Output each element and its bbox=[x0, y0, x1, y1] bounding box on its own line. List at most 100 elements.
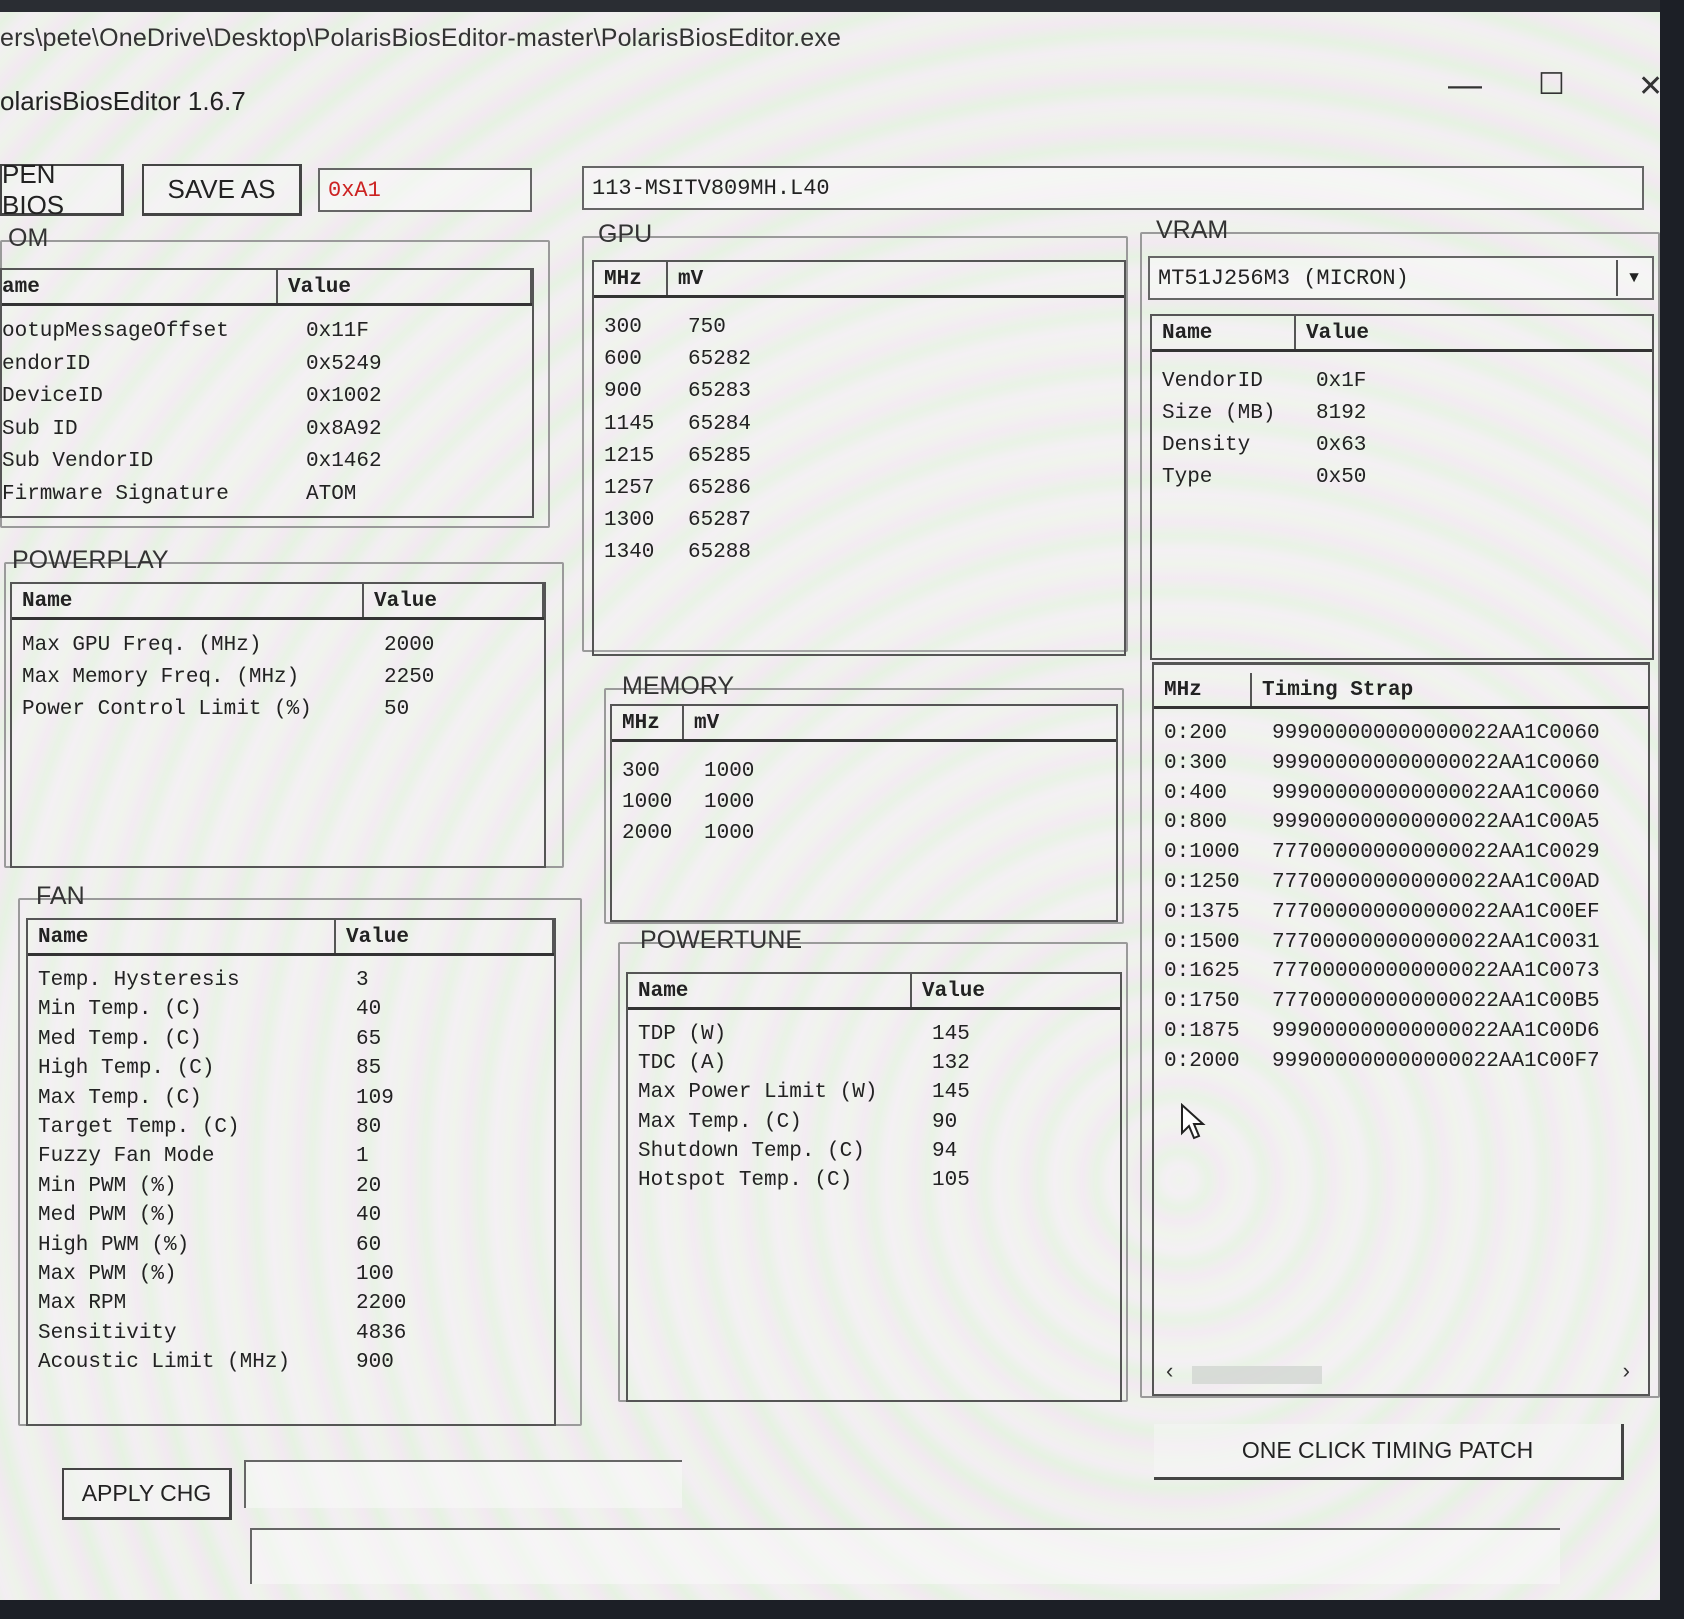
open-bios-button[interactable]: PEN BIOS bbox=[0, 159, 124, 220]
vram-info-list[interactable]: Name Value VendorID 0x1F Size (MB) 8192 De… bbox=[1150, 314, 1654, 660]
timing-strap-list[interactable]: MHz Timing Strap 0:200 999000000000000022… bbox=[1152, 662, 1650, 1396]
rom-header-value[interactable]: Value bbox=[278, 270, 532, 303]
table-row[interactable]: 1000 1000 bbox=[612, 787, 1116, 818]
table-row[interactable]: Sub ID 0x8A92 bbox=[2, 414, 532, 447]
table-row[interactable]: Sub VendorID 0x1462 bbox=[2, 446, 532, 479]
table-row[interactable]: High Temp. (C) 85 bbox=[28, 1054, 554, 1083]
powertune-header-name[interactable]: Name bbox=[628, 974, 912, 1007]
table-row[interactable]: 0:300 999000000000000022AA1C0060 bbox=[1154, 749, 1648, 779]
table-row[interactable]: VendorID 0x1F bbox=[1152, 366, 1652, 398]
save-as-button[interactable]: SAVE AS bbox=[142, 164, 302, 216]
memory-list[interactable]: MHz mV 300 1000 1000 1000 2000 1000 bbox=[610, 704, 1118, 922]
table-row[interactable]: 0:1625 777000000000000022AA1C0073 bbox=[1154, 957, 1648, 987]
table-row[interactable]: 0:1250 777000000000000022AA1C00AD bbox=[1154, 868, 1648, 898]
table-row[interactable]: Max Memory Freq. (MHz) 2250 bbox=[12, 662, 544, 694]
table-row[interactable]: 0:1500 777000000000000022AA1C0031 bbox=[1154, 928, 1648, 958]
table-row[interactable]: TDP (W) 145 bbox=[628, 1020, 1120, 1049]
gpu-header-mv[interactable]: mV bbox=[668, 262, 1124, 295]
table-row[interactable]: 0:400 999000000000000022AA1C0060 bbox=[1154, 779, 1648, 809]
table-row[interactable]: Target Temp. (C) 80 bbox=[28, 1113, 554, 1142]
table-row[interactable]: Temp. Hysteresis 3 bbox=[28, 966, 554, 995]
scroll-right-icon[interactable]: › bbox=[1623, 1358, 1630, 1384]
powerplay-header-name[interactable]: Name bbox=[12, 584, 364, 617]
table-row[interactable]: Firmware Signature ATOM bbox=[2, 479, 532, 512]
table-row[interactable]: 2000 1000 bbox=[612, 818, 1116, 849]
table-row[interactable]: 0:2000 999000000000000022AA1C00F7 bbox=[1154, 1047, 1648, 1077]
table-row[interactable]: 1215 65285 bbox=[594, 441, 1124, 473]
fan-header-value[interactable]: Value bbox=[336, 920, 554, 953]
checksum-field[interactable]: 0xA1 bbox=[318, 168, 532, 212]
table-row[interactable]: TDC (A) 132 bbox=[628, 1049, 1120, 1078]
table-row[interactable]: 1145 65284 bbox=[594, 409, 1124, 441]
apply-changes-button[interactable]: APPLY CHG bbox=[62, 1468, 232, 1520]
fan-header-name[interactable]: Name bbox=[28, 920, 336, 953]
timing-header-strap[interactable]: Timing Strap bbox=[1252, 673, 1648, 706]
bios-name-field[interactable]: 113-MSITV809MH.L40 bbox=[582, 166, 1644, 210]
table-row[interactable]: Max Temp. (C) 90 bbox=[628, 1108, 1120, 1137]
table-row[interactable]: 600 65282 bbox=[594, 344, 1124, 376]
table-row[interactable]: High PWM (%) 60 bbox=[28, 1231, 554, 1260]
powertune-header-value[interactable]: Value bbox=[912, 974, 1120, 1007]
table-row[interactable]: 0:1375 777000000000000022AA1C00EF bbox=[1154, 898, 1648, 928]
scroll-left-icon[interactable]: ‹ bbox=[1166, 1358, 1173, 1384]
table-row[interactable]: Max Temp. (C) 109 bbox=[28, 1084, 554, 1113]
table-row[interactable]: 0:800 999000000000000022AA1C00A5 bbox=[1154, 808, 1648, 838]
close-icon[interactable]: ✕ bbox=[1638, 72, 1663, 102]
table-row[interactable]: DeviceID 0x1002 bbox=[2, 381, 532, 414]
table-row[interactable]: Acoustic Limit (MHz) 900 bbox=[28, 1348, 554, 1377]
vram-header-value[interactable]: Value bbox=[1296, 316, 1652, 349]
apply-path-field[interactable] bbox=[244, 1460, 682, 1508]
chevron-down-icon[interactable]: ▼ bbox=[1616, 260, 1650, 296]
gpu-header-mhz[interactable]: MHz bbox=[594, 262, 668, 295]
powerplay-list[interactable]: Name Value Max GPU Freq. (MHz) 2000 Max M… bbox=[10, 582, 546, 868]
powerplay-row-value: 2000 bbox=[384, 634, 435, 657]
powertune-list-header: Name Value bbox=[628, 974, 1120, 1010]
table-row[interactable]: Max RPM 2200 bbox=[28, 1289, 554, 1318]
table-row[interactable]: 300 750 bbox=[594, 312, 1124, 344]
table-row[interactable]: Min Temp. (C) 40 bbox=[28, 995, 554, 1024]
table-row[interactable]: Type 0x50 bbox=[1152, 462, 1652, 494]
table-row[interactable]: 300 1000 bbox=[612, 756, 1116, 787]
timing-header-mhz[interactable]: MHz bbox=[1154, 673, 1252, 706]
powerplay-header-value[interactable]: Value bbox=[364, 584, 544, 617]
memory-header-mv[interactable]: mV bbox=[684, 706, 1116, 739]
table-row[interactable]: 1300 65287 bbox=[594, 505, 1124, 537]
fan-list[interactable]: Name Value Temp. Hysteresis 3 Min Temp. (… bbox=[26, 918, 556, 1426]
maximize-icon[interactable]: ☐ bbox=[1538, 70, 1565, 100]
table-row[interactable]: Max Power Limit (W) 145 bbox=[628, 1078, 1120, 1107]
rom-list[interactable]: ame Value ootupMessageOffset 0x11F endorI… bbox=[0, 268, 534, 518]
timing-horizontal-scrollbar[interactable]: ‹ › bbox=[1154, 1354, 1648, 1394]
powertune-group-title: POWERTUNE bbox=[640, 926, 803, 954]
table-row[interactable]: Max GPU Freq. (MHz) 2000 bbox=[12, 630, 544, 662]
table-row[interactable]: Med PWM (%) 40 bbox=[28, 1201, 554, 1230]
one-click-timing-patch-button[interactable]: ONE CLICK TIMING PATCH bbox=[1154, 1424, 1624, 1480]
table-row[interactable]: 0:200 999000000000000022AA1C0060 bbox=[1154, 719, 1648, 749]
table-row[interactable]: 1257 65286 bbox=[594, 473, 1124, 505]
vram-select[interactable]: MT51J256M3 (MICRON) ▼ bbox=[1148, 256, 1654, 300]
table-row[interactable]: 1340 65288 bbox=[594, 537, 1124, 569]
memory-header-mhz[interactable]: MHz bbox=[612, 706, 684, 739]
minimize-icon[interactable]: — bbox=[1448, 68, 1482, 102]
rom-header-name[interactable]: ame bbox=[2, 270, 278, 303]
table-row[interactable]: ootupMessageOffset 0x11F bbox=[2, 316, 532, 349]
table-row[interactable]: Density 0x63 bbox=[1152, 430, 1652, 462]
powertune-list[interactable]: Name Value TDP (W) 145 TDC (A) 132 Max Pow… bbox=[626, 972, 1122, 1402]
table-row[interactable]: Size (MB) 8192 bbox=[1152, 398, 1652, 430]
scrollbar-thumb[interactable] bbox=[1192, 1366, 1322, 1384]
table-row[interactable]: Min PWM (%) 20 bbox=[28, 1172, 554, 1201]
vram-header-name[interactable]: Name bbox=[1152, 316, 1296, 349]
table-row[interactable]: Med Temp. (C) 65 bbox=[28, 1025, 554, 1054]
table-row[interactable]: 0:1000 777000000000000022AA1C0029 bbox=[1154, 838, 1648, 868]
table-row[interactable]: Shutdown Temp. (C) 94 bbox=[628, 1137, 1120, 1166]
powerplay-row-value: 50 bbox=[384, 698, 410, 721]
table-row[interactable]: 0:1750 777000000000000022AA1C00B5 bbox=[1154, 987, 1648, 1017]
gpu-list[interactable]: MHz mV 300 750 600 65282 900 65283 1145 6528… bbox=[592, 260, 1126, 656]
table-row[interactable]: Fuzzy Fan Mode 1 bbox=[28, 1142, 554, 1171]
table-row[interactable]: 900 65283 bbox=[594, 376, 1124, 408]
table-row[interactable]: Hotspot Temp. (C) 105 bbox=[628, 1166, 1120, 1195]
table-row[interactable]: Max PWM (%) 100 bbox=[28, 1260, 554, 1289]
table-row[interactable]: 0:1875 999000000000000022AA1C00D6 bbox=[1154, 1017, 1648, 1047]
table-row[interactable]: Sensitivity 4836 bbox=[28, 1319, 554, 1348]
table-row[interactable]: endorID 0x5249 bbox=[2, 349, 532, 382]
table-row[interactable]: Power Control Limit (%) 50 bbox=[12, 694, 544, 726]
